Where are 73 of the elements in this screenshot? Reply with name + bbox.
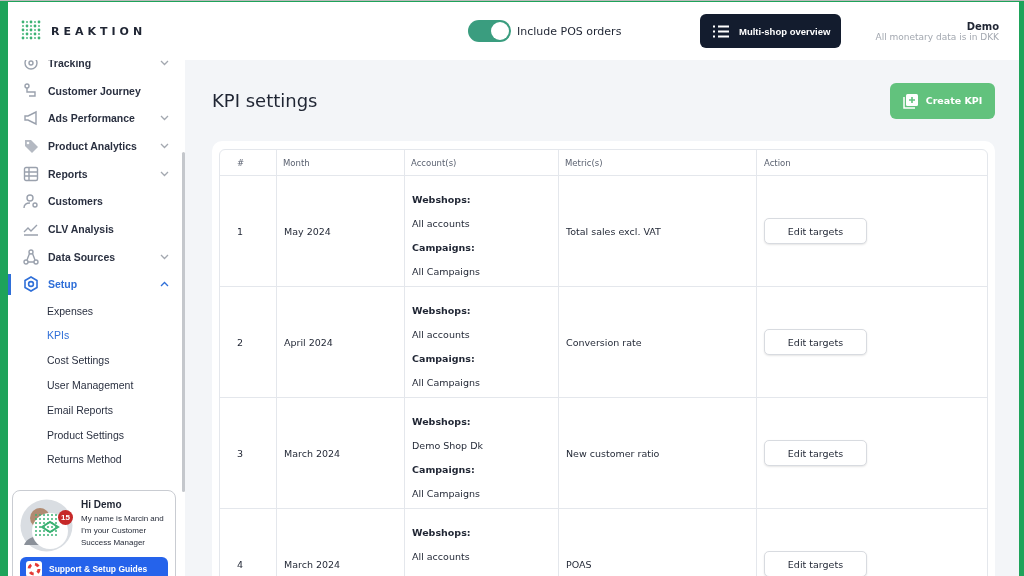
account-heading: Webshops: xyxy=(412,304,471,318)
sidebar-item[interactable]: Ads Performance xyxy=(8,104,185,133)
greeting: Hi Demo xyxy=(81,499,123,510)
account-value: All Campaigns xyxy=(412,487,480,501)
table-cell: Total sales excl. VAT xyxy=(559,176,757,287)
gear-icon xyxy=(23,276,39,293)
sidebar-item[interactable]: Customer Journey xyxy=(8,76,185,105)
support-button[interactable]: Support & Setup Guides xyxy=(20,557,168,576)
table-cell: 2 xyxy=(220,287,277,398)
account-heading: Webshops: xyxy=(412,526,471,540)
submenu-item[interactable]: Email Reports xyxy=(8,397,185,423)
sidebar-item[interactable]: Customers xyxy=(8,187,185,216)
table-cell: New customer ratio xyxy=(559,398,757,509)
page-title: KPI settings xyxy=(212,90,318,111)
submenu-item[interactable]: Returns Method xyxy=(8,446,185,472)
account-value: All Campaigns xyxy=(412,376,480,390)
user-name: Demo xyxy=(966,20,999,32)
sidebar-item[interactable]: Tracking xyxy=(8,60,185,77)
sidebar-item[interactable]: Reports xyxy=(8,159,185,188)
toggle-label: Include POS orders xyxy=(517,24,622,38)
submenu-item[interactable]: Cost Settings xyxy=(8,347,185,373)
scrollbar[interactable] xyxy=(182,152,185,492)
logo-icon xyxy=(21,20,43,42)
table-cell: May 2024 xyxy=(277,176,405,287)
account-heading: Webshops: xyxy=(412,193,471,207)
account-heading: Campaigns: xyxy=(412,463,475,477)
table-cell: 3 xyxy=(220,398,277,509)
table-cell: 4 xyxy=(220,509,277,576)
account-value: All accounts xyxy=(412,217,470,231)
manager-message: My name is Marcin and I'm your Customer Success Manager xyxy=(81,513,165,549)
edit-targets-button[interactable]: Edit targets xyxy=(764,329,867,355)
user-icon xyxy=(23,193,39,210)
currency-note: All monetary data is in DKK xyxy=(875,31,999,42)
submenu-item[interactable]: User Management xyxy=(8,372,185,398)
megaphone-icon xyxy=(23,110,39,127)
table-cell: Conversion rate xyxy=(559,287,757,398)
submenu-item[interactable]: Expenses xyxy=(8,298,185,323)
table-icon xyxy=(23,165,39,182)
sidebar-item[interactable]: Setup xyxy=(8,270,185,299)
nodes-icon xyxy=(23,248,39,265)
sidebar-item[interactable]: Product Analytics xyxy=(8,132,185,160)
route-icon xyxy=(23,82,39,99)
toggle-switch[interactable] xyxy=(468,20,511,42)
add-icon xyxy=(902,92,919,109)
account-value: All accounts xyxy=(412,328,470,342)
list-icon xyxy=(713,24,729,38)
table-cell: March 2024 xyxy=(277,398,405,509)
table-cell: March 2024 xyxy=(277,509,405,576)
column-header: Month xyxy=(277,150,405,176)
submenu-item[interactable]: KPIs xyxy=(8,323,185,348)
table-cell: POAS xyxy=(559,509,757,576)
account-heading: Campaigns: xyxy=(412,352,475,366)
account-value: All accounts xyxy=(412,550,470,564)
account-value: All Campaigns xyxy=(412,265,480,279)
overview-button[interactable]: Multi-shop overview xyxy=(700,14,842,48)
edit-targets-button[interactable]: Edit targets xyxy=(764,440,867,466)
account-heading: Webshops: xyxy=(412,415,471,429)
column-header: Action xyxy=(757,150,987,176)
edit-targets-button[interactable]: Edit targets xyxy=(764,218,867,244)
tag-icon xyxy=(23,137,39,154)
table-cell: April 2024 xyxy=(277,287,405,398)
submenu-item[interactable]: Product Settings xyxy=(8,422,185,447)
column-header: # xyxy=(220,150,277,176)
brand-name: REAKTION xyxy=(51,24,147,38)
column-header: Metric(s) xyxy=(559,150,757,176)
edit-targets-button[interactable]: Edit targets xyxy=(764,551,867,576)
sidebar-item[interactable]: CLV Analysis xyxy=(8,215,185,243)
account-value: Demo Shop Dk xyxy=(412,439,483,453)
account-heading: Campaigns: xyxy=(412,241,475,255)
column-header: Account(s) xyxy=(405,150,559,176)
lifebuoy-icon xyxy=(26,561,42,576)
sidebar-item[interactable]: Data Sources xyxy=(8,242,185,271)
table-cell: 1 xyxy=(220,176,277,287)
